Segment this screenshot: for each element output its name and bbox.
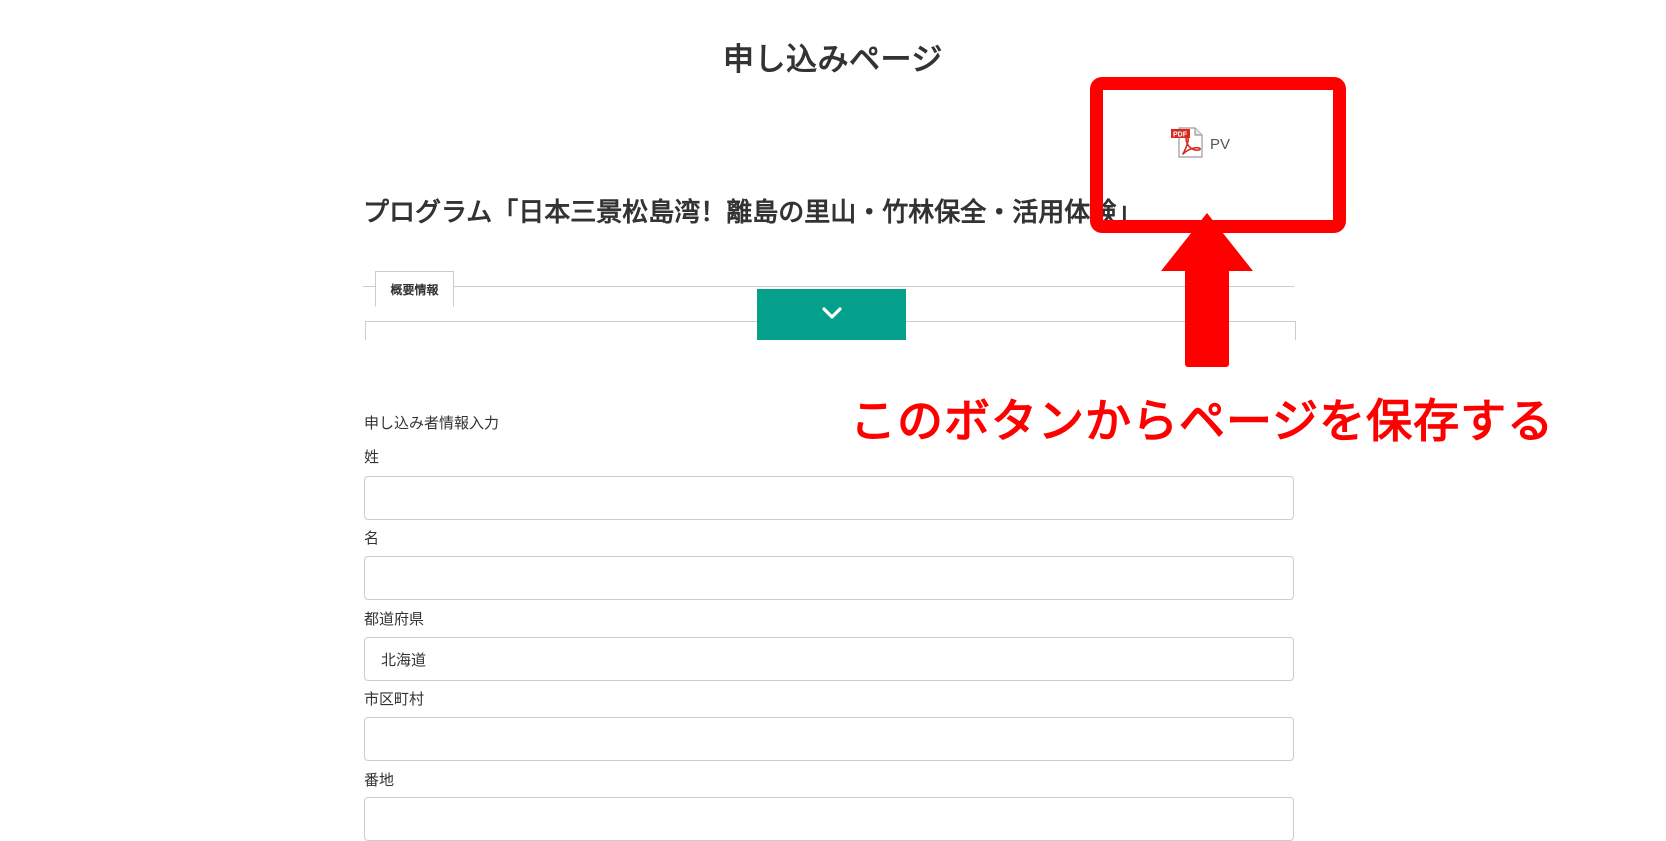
tab-bar: [363, 286, 1294, 287]
expand-button[interactable]: [757, 289, 906, 340]
form-section-heading: 申し込み者情報入力: [364, 414, 500, 432]
prefecture-field[interactable]: [364, 637, 1294, 681]
page-title: 申し込みページ: [723, 42, 943, 78]
annotation-arrow-up-icon: [1161, 213, 1253, 371]
program-title: プログラム「日本三景松島湾！離島の里山・竹林保全・活用体験」: [363, 198, 1143, 228]
last-name-field[interactable]: [364, 476, 1294, 520]
annotation-text: このボタンからページを保存する: [850, 394, 1555, 448]
prefecture-label: 都道府県: [364, 610, 425, 628]
chevron-down-icon: [821, 305, 843, 324]
street-address-label: 番地: [364, 771, 395, 789]
city-label: 市区町村: [364, 690, 425, 708]
tab-overview[interactable]: 概要情報: [375, 271, 454, 307]
city-field[interactable]: [364, 717, 1294, 761]
last-name-label: 姓: [364, 448, 380, 466]
street-address-field[interactable]: [364, 797, 1294, 841]
annotation-highlight-box: [1090, 77, 1346, 233]
first-name-field[interactable]: [364, 556, 1294, 600]
tab-label: 概要情報: [390, 282, 439, 297]
first-name-label: 名: [364, 529, 380, 547]
